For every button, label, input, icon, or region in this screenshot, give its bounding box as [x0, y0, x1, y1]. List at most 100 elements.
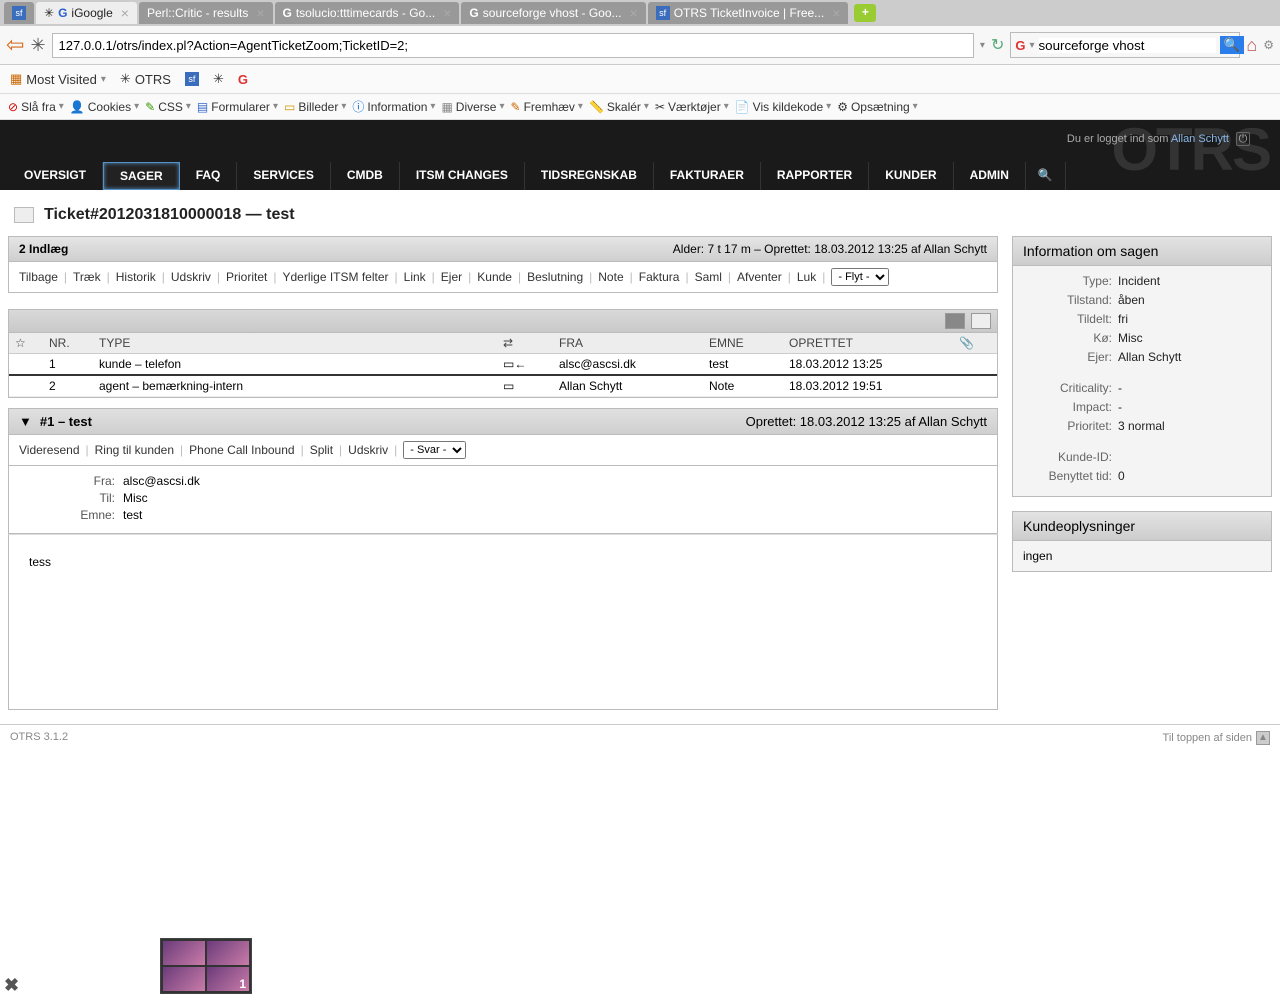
- reload-icon[interactable]: ↻: [991, 35, 1004, 55]
- page-footer: OTRS 3.1.2 Til toppen af siden ▲: [0, 724, 1280, 751]
- bookmark-most-visited[interactable]: ▦Most Visited▾: [10, 71, 106, 87]
- nav-rapporter[interactable]: RAPPORTER: [761, 162, 869, 190]
- col-emne[interactable]: EMNE: [703, 333, 783, 354]
- info-box-title: Information om sagen: [1013, 237, 1271, 266]
- art-forward[interactable]: Videresend: [19, 443, 80, 457]
- power-icon[interactable]: ⏻: [1236, 132, 1250, 146]
- wd-images[interactable]: ▭Billeder▾: [284, 100, 346, 114]
- to-top-link[interactable]: Til toppen af siden: [1163, 732, 1252, 744]
- app-header: OTRS Du er logget ind som Allan Schytt ⏻…: [0, 120, 1280, 190]
- close-icon[interactable]: ✖: [4, 975, 19, 996]
- nav-itsm-changes[interactable]: ITSM CHANGES: [400, 162, 525, 190]
- col-attachment[interactable]: 📎: [953, 333, 983, 354]
- browser-tab-active[interactable]: ✳GiGoogle×: [36, 2, 137, 24]
- table-row[interactable]: 2agent – bemærkning-intern▭Allan SchyttN…: [9, 375, 997, 397]
- art-print[interactable]: Udskriv: [348, 443, 388, 457]
- new-tab-button[interactable]: +: [854, 4, 876, 22]
- wd-highlight[interactable]: ✎Fremhæv▾: [511, 100, 583, 114]
- wd-settings[interactable]: ⚙Opsætning▾: [837, 100, 918, 114]
- browser-tab[interactable]: Gsourceforge vhost - Goo...×: [461, 2, 645, 24]
- wd-tools[interactable]: ✂Værktøjer▾: [655, 100, 729, 114]
- action-note[interactable]: Note: [598, 270, 623, 284]
- bookmark-item[interactable]: G: [238, 72, 248, 87]
- webdev-toolbar: ⊘Slå fra▾ 👤Cookies▾ ✎CSS▾ ▤Formularer▾ ▭…: [0, 94, 1280, 120]
- dev-icon[interactable]: ⚙: [1263, 38, 1274, 52]
- action-pending[interactable]: Afventer: [737, 270, 782, 284]
- logged-user-link[interactable]: Allan Schytt: [1171, 133, 1229, 145]
- browser-tab[interactable]: Gtsolucio:tttimecards - Go...×: [275, 2, 460, 24]
- nav-admin[interactable]: ADMIN: [954, 162, 1026, 190]
- wd-forms[interactable]: ▤Formularer▾: [197, 100, 278, 114]
- wd-css[interactable]: ✎CSS▾: [145, 100, 191, 114]
- action-back[interactable]: Tilbage: [19, 270, 58, 284]
- nav-cmdb[interactable]: CMDB: [331, 162, 400, 190]
- nav-oversigt[interactable]: OVERSIGT: [8, 162, 103, 190]
- action-link[interactable]: Link: [404, 270, 426, 284]
- browser-tab[interactable]: sfOTRS TicketInvoice | Free...×: [648, 2, 849, 24]
- action-itsm[interactable]: Yderlige ITSM felter: [282, 270, 388, 284]
- move-select[interactable]: - Flyt -: [831, 268, 889, 286]
- view-mode-icon-alt[interactable]: [971, 313, 991, 329]
- view-mode-icon[interactable]: [945, 313, 965, 329]
- arrow-up-icon[interactable]: ▲: [1256, 731, 1270, 745]
- action-print[interactable]: Udskriv: [171, 270, 211, 284]
- search-input[interactable]: [1039, 38, 1216, 53]
- art-split[interactable]: Split: [310, 443, 333, 457]
- art-call-customer[interactable]: Ring til kunden: [95, 443, 174, 457]
- close-icon[interactable]: ×: [443, 5, 451, 21]
- close-icon[interactable]: ×: [630, 5, 638, 21]
- nav-kunder[interactable]: KUNDER: [869, 162, 953, 190]
- close-icon[interactable]: ×: [121, 5, 129, 21]
- col-direction[interactable]: ⇄: [497, 333, 553, 354]
- search-icon[interactable]: 🔍: [1220, 36, 1244, 54]
- wd-misc[interactable]: ▦Diverse▾: [441, 100, 504, 114]
- wd-cookies[interactable]: 👤Cookies▾: [70, 100, 139, 114]
- action-decision[interactable]: Beslutning: [527, 270, 583, 284]
- taskbar-thumbs[interactable]: 1: [160, 938, 252, 994]
- action-priority[interactable]: Prioritet: [226, 270, 267, 284]
- bookmark-item[interactable]: ✳: [213, 71, 224, 87]
- col-nr[interactable]: NR.: [43, 333, 93, 354]
- close-icon[interactable]: ×: [256, 5, 264, 21]
- ticket-info-box: Information om sagen Type:Incident Tilst…: [1012, 236, 1272, 497]
- action-owner[interactable]: Ejer: [441, 270, 462, 284]
- col-type[interactable]: TYPE: [93, 333, 497, 354]
- article-list-toolbar: [8, 309, 998, 333]
- col-fra[interactable]: FRA: [553, 333, 703, 354]
- wd-disable[interactable]: ⊘Slå fra▾: [8, 100, 64, 114]
- wd-source[interactable]: 📄Vis kildekode▾: [735, 100, 831, 114]
- reply-select[interactable]: - Svar -: [403, 441, 466, 459]
- nav-services[interactable]: SERVICES: [237, 162, 330, 190]
- action-merge[interactable]: Saml: [695, 270, 722, 284]
- table-row[interactable]: 1kunde – telefon▭←alsc@ascsi.dktest18.03…: [9, 354, 997, 376]
- nav-tidsregnskab[interactable]: TIDSREGNSKAB: [525, 162, 654, 190]
- browser-tab[interactable]: sf: [4, 2, 34, 24]
- action-move[interactable]: Træk: [73, 270, 101, 284]
- article-body: tess: [8, 534, 998, 710]
- bookmark-item[interactable]: sf: [185, 72, 199, 86]
- nav-search-icon[interactable]: 🔍: [1026, 162, 1066, 190]
- browser-tab[interactable]: Perl::Critic - results×: [139, 2, 273, 24]
- action-close[interactable]: Luk: [797, 270, 816, 284]
- art-phone-inbound[interactable]: Phone Call Inbound: [189, 443, 294, 457]
- col-star[interactable]: ☆: [9, 333, 43, 354]
- collapse-icon[interactable]: ▼: [19, 414, 32, 429]
- action-customer[interactable]: Kunde: [477, 270, 512, 284]
- url-input[interactable]: [52, 33, 974, 58]
- close-icon[interactable]: ×: [832, 5, 840, 21]
- col-oprettet[interactable]: OPRETTET: [783, 333, 953, 354]
- wd-scale[interactable]: 📏Skalér▾: [589, 100, 649, 114]
- nav-fakturaer[interactable]: FAKTURAER: [654, 162, 761, 190]
- version-text: OTRS 3.1.2: [10, 731, 68, 745]
- nav-sager[interactable]: SAGER: [103, 162, 180, 190]
- action-history[interactable]: Historik: [116, 270, 156, 284]
- dropdown-icon[interactable]: ▾: [980, 40, 985, 51]
- wd-info[interactable]: ⓘInformation▾: [352, 98, 435, 115]
- bookmark-otrs[interactable]: ✳OTRS: [120, 71, 171, 87]
- home-icon[interactable]: ⌂: [1246, 35, 1257, 56]
- search-box[interactable]: G▾ 🔍: [1010, 32, 1240, 58]
- nav-faq[interactable]: FAQ: [180, 162, 238, 190]
- action-invoice[interactable]: Faktura: [639, 270, 680, 284]
- back-arrow-icon[interactable]: ⇦: [6, 32, 24, 58]
- site-identity-icon[interactable]: ✳: [30, 35, 45, 56]
